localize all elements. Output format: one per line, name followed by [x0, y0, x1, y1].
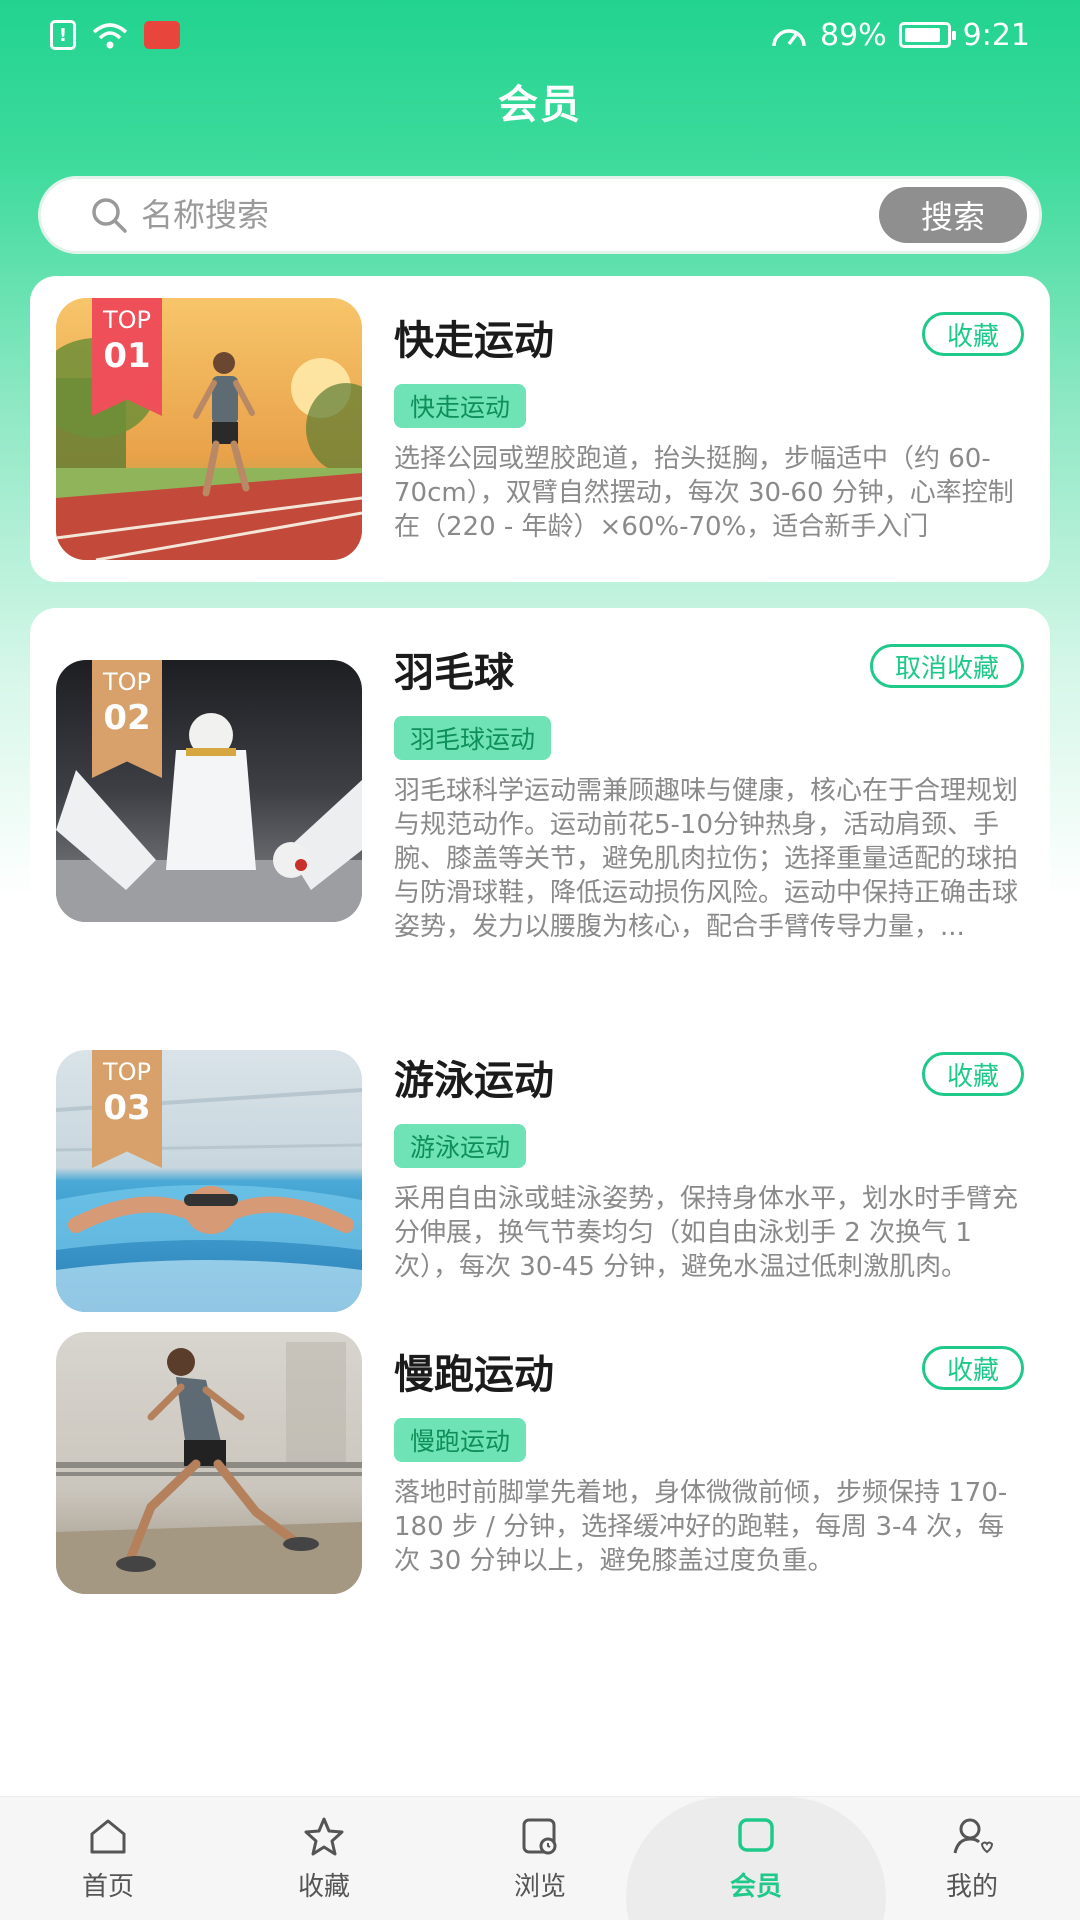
list-item[interactable]: 慢跑运动 慢跑运动 落地时前脚掌先着地，身体微微前倾，步频保持 170-180 … [30, 1310, 1050, 1644]
tab-profile[interactable]: 我的 [864, 1797, 1080, 1920]
battery-percent: 89% [819, 17, 887, 53]
item-description: 落地时前脚掌先着地，身体微微前倾，步频保持 170-180 步 / 分钟，选择缓… [394, 1478, 1008, 1576]
tab-label: 我的 [945, 1872, 998, 1902]
tab-label: 首页 [81, 1872, 134, 1902]
tab-favorites[interactable]: 收藏 [216, 1797, 432, 1920]
favorite-button[interactable]: 收藏 [921, 312, 1024, 356]
category-tag: 快走运动 [394, 384, 527, 428]
category-tag: 游泳运动 [394, 1124, 527, 1168]
search-input[interactable] [141, 196, 879, 234]
category-tag: 羽毛球运动 [394, 716, 552, 760]
item-description: 选择公园或塑胶跑道，抬头挺胸，步幅适中（约 60-70cm），双臂自然摆动，每次… [394, 444, 1014, 542]
item-description: 羽毛球科学运动需兼顾趣味与健康，核心在于合理规划与规范动作。运动前花5-10分钟… [394, 776, 1019, 942]
search-button[interactable]: 搜索 [879, 187, 1027, 243]
unfavorite-button[interactable]: 取消收藏 [869, 644, 1024, 688]
thumbnail-image [56, 1332, 362, 1594]
thumbnail-image: TOP 03 [56, 1050, 362, 1312]
status-bar: ! 89% 9:21 [0, 0, 1080, 70]
list-item[interactable]: TOP 03 游泳运动 游泳运动 采用自由泳或蛙泳姿势，保持身体水平，划水时手臂… [30, 976, 1050, 1312]
battery-icon [898, 22, 956, 48]
sport-list: TOP 01 快走运动 快走运动 选择公园或塑胶跑道，抬头挺胸，步幅适中（约 6… [30, 276, 1050, 1644]
favorite-button[interactable]: 收藏 [921, 1052, 1024, 1096]
list-item[interactable]: TOP 02 羽毛球 羽毛球运动 羽毛球科学运动需兼顾趣味与健康，核心在于合理规… [30, 608, 1050, 976]
thumbnail-image: TOP 02 [56, 660, 362, 922]
rank-badge: TOP 01 [92, 298, 162, 416]
favorite-button[interactable]: 收藏 [921, 1346, 1024, 1390]
app-notification-icon [144, 21, 180, 49]
browse-icon [522, 1818, 557, 1855]
profile-icon [953, 1818, 994, 1854]
tab-home[interactable]: 首页 [0, 1797, 216, 1920]
tab-browse[interactable]: 浏览 [432, 1797, 648, 1920]
member-icon [738, 1818, 774, 1852]
clock: 9:21 [962, 17, 1030, 53]
thumbnail-image: TOP 01 [56, 298, 362, 560]
search-icon [92, 198, 127, 233]
tab-label: 会员 [729, 1872, 782, 1902]
tab-label: 收藏 [297, 1872, 350, 1902]
tab-label: 浏览 [513, 1872, 566, 1902]
bottom-tab-bar: 首页 收藏 浏览 会员 我的 [0, 1796, 1080, 1920]
category-tag: 慢跑运动 [394, 1418, 527, 1462]
star-icon [304, 1817, 344, 1856]
rank-badge: TOP 03 [92, 1050, 162, 1168]
home-icon [90, 1819, 126, 1854]
tab-member[interactable]: 会员 [626, 1797, 886, 1920]
page-title: 会员 [498, 82, 582, 128]
alert-icon: ! [50, 20, 76, 50]
list-item[interactable]: TOP 01 快走运动 快走运动 选择公园或塑胶跑道，抬头挺胸，步幅适中（约 6… [30, 276, 1050, 582]
rank-badge: TOP 02 [92, 660, 162, 778]
wifi-icon [92, 23, 128, 49]
speed-icon [772, 29, 806, 47]
search-bar: 搜索 [38, 176, 1042, 254]
item-description: 采用自由泳或蛙泳姿势，保持身体水平，划水时手臂充分伸展，换气节奏均匀（如自由泳划… [394, 1184, 1019, 1282]
